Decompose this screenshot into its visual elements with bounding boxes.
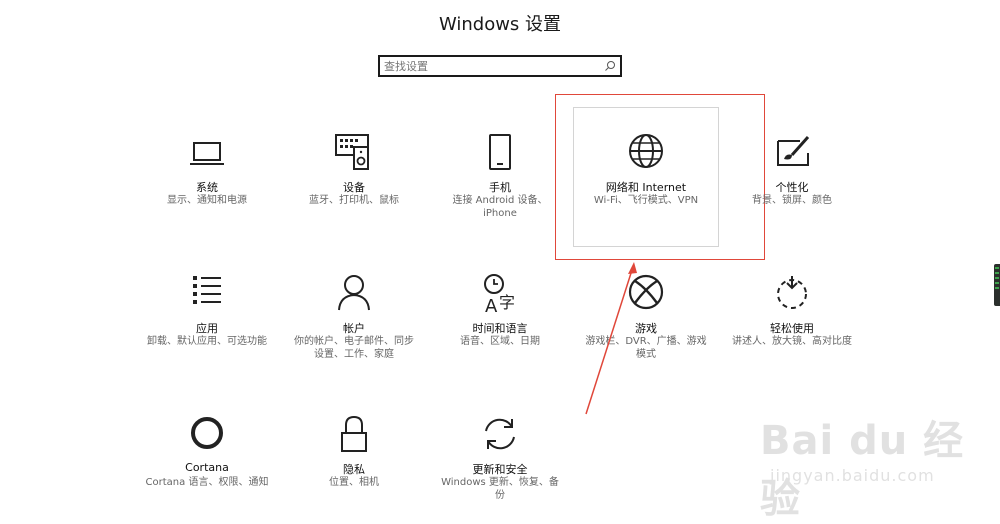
paint-brush-icon: [770, 131, 814, 175]
tile-privacy[interactable]: 隐私 位置、相机: [284, 413, 424, 523]
tile-ease-of-access[interactable]: 轻松使用 讲述人、放大镜、高对比度: [722, 272, 862, 382]
time-language-icon: A字: [478, 272, 522, 317]
tile-name: 个性化: [775, 181, 809, 194]
tile-network[interactable]: 网络和 Internet Wi-Fi、飞行模式、VPN: [576, 131, 716, 241]
globe-icon: [624, 131, 668, 175]
search-input[interactable]: [384, 58, 594, 74]
ease-of-access-icon: [770, 272, 814, 316]
svg-text:字: 字: [499, 293, 515, 312]
tile-name: 轻松使用: [770, 322, 814, 335]
tile-description: 背景、锁屏、颜色: [752, 195, 832, 206]
tile-personalization[interactable]: 个性化 背景、锁屏、颜色: [722, 131, 862, 241]
xbox-icon: [624, 272, 668, 316]
page-title: Windows 设置: [438, 14, 562, 35]
cortana-ring-icon: [185, 413, 229, 457]
keyboard-speaker-icon: [332, 131, 376, 175]
tile-name: 设备: [343, 181, 365, 194]
search-box[interactable]: [378, 55, 622, 77]
tile-accounts[interactable]: 帐户 你的帐户、电子邮件、同步设置、工作、家庭: [284, 272, 424, 382]
tile-description: 显示、通知和电源: [167, 195, 247, 206]
watermark-url: jingyan.baidu.com: [770, 466, 935, 485]
sync-icon: [478, 413, 522, 457]
tile-time-language[interactable]: A字 时间和语言 语音、区域、日期: [430, 272, 570, 382]
tile-description: Wi-Fi、飞行模式、VPN: [593, 195, 699, 206]
person-icon: [332, 272, 376, 316]
app-list-icon: [185, 272, 229, 316]
tile-name: 手机: [489, 181, 511, 194]
tile-description: 游戏栏、DVR、广播、游戏模式: [585, 336, 707, 360]
tile-cortana[interactable]: Cortana Cortana 语言、权限、通知: [137, 413, 277, 523]
tile-description: 连接 Android 设备、iPhone: [452, 195, 548, 219]
tile-description: Windows 更新、恢复、备份: [441, 477, 559, 501]
lock-icon: [332, 413, 376, 457]
tile-description: 你的帐户、电子邮件、同步设置、工作、家庭: [294, 336, 414, 360]
tile-description: 卸载、默认应用、可选功能: [147, 336, 267, 347]
tile-description: Cortana 语言、权限、通知: [145, 477, 269, 488]
laptop-icon: [185, 131, 229, 175]
tile-gaming[interactable]: 游戏 游戏栏、DVR、广播、游戏模式: [576, 272, 716, 382]
tile-name: 帐户: [343, 322, 365, 335]
tile-phone[interactable]: 手机 连接 Android 设备、iPhone: [430, 131, 570, 241]
tile-system[interactable]: 系统 显示、通知和电源: [137, 131, 277, 241]
tile-name: 更新和安全: [472, 463, 528, 476]
tile-devices[interactable]: 设备 蓝牙、打印机、鼠标: [284, 131, 424, 241]
tile-name: 系统: [196, 181, 218, 194]
tile-update-security[interactable]: 更新和安全 Windows 更新、恢复、备份: [430, 413, 570, 523]
tile-description: 蓝牙、打印机、鼠标: [309, 195, 399, 206]
tile-apps[interactable]: 应用 卸载、默认应用、可选功能: [137, 272, 277, 382]
tile-description: 语音、区域、日期: [460, 336, 540, 347]
baidu-watermark: Bai du 经验 jingyan.baidu.com: [760, 400, 990, 522]
tile-name: 网络和 Internet: [605, 181, 687, 194]
phone-icon: [478, 131, 522, 175]
tile-description: 位置、相机: [329, 477, 379, 488]
tile-name: 时间和语言: [472, 322, 528, 335]
tile-description: 讲述人、放大镜、高对比度: [732, 336, 852, 347]
tile-name: 游戏: [635, 322, 657, 335]
side-panel-tab[interactable]: [994, 264, 1000, 306]
search-icon[interactable]: [604, 60, 616, 72]
tile-name: 隐私: [343, 463, 365, 476]
tile-name: Cortana: [185, 461, 229, 474]
svg-text:A: A: [485, 296, 498, 316]
tile-name: 应用: [196, 322, 218, 335]
